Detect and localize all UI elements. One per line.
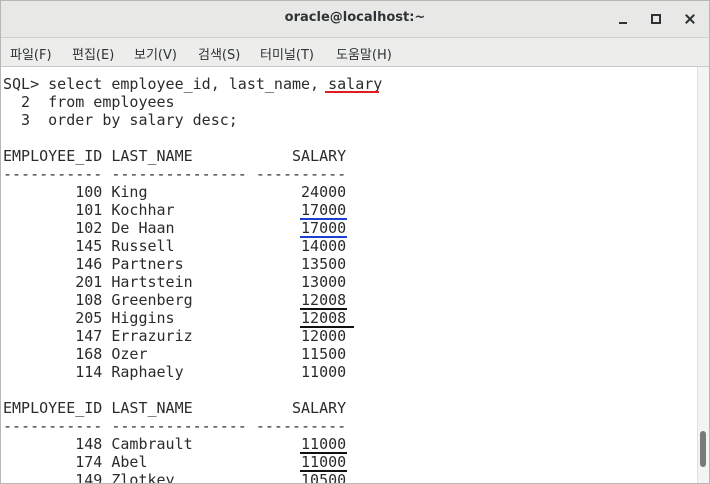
title-bar[interactable]: oracle@localhost:~ — [1, 1, 709, 38]
terminal-window: oracle@localhost:~ 파일(F) 편집(E) 보기(V) 검색(… — [0, 0, 710, 484]
scrollbar-thumb[interactable] — [700, 431, 706, 467]
result-row: 108 Greenberg 12008 — [3, 291, 347, 309]
black-underline-11000 — [300, 470, 347, 472]
menu-search[interactable]: 검색(S) — [198, 44, 240, 63]
result-row: 201 Hartstein 13000 — [3, 273, 347, 291]
result-row: 148 Cambrault 11000 — [3, 435, 347, 453]
result-row: 146 Partners 13500 — [3, 255, 347, 273]
menu-view[interactable]: 보기(V) — [134, 44, 177, 63]
black-underline-12008 — [300, 308, 347, 310]
column-header: EMPLOYEE_ID LAST_NAME SALARY — [3, 147, 347, 165]
result-row: 100 King 24000 — [3, 183, 347, 201]
result-row: 145 Russell 14000 — [3, 237, 347, 255]
menu-edit[interactable]: 편집(E) — [72, 44, 114, 63]
close-icon[interactable] — [680, 9, 700, 29]
sql-line-2: 2 from employees — [3, 93, 175, 111]
menu-file[interactable]: 파일(F) — [10, 44, 52, 63]
result-row: 101 Kochhar 17000 — [3, 201, 347, 219]
window-title: oracle@localhost:~ — [284, 10, 426, 25]
result-row: 174 Abel 11000 — [3, 453, 347, 471]
terminal-output[interactable]: SQL> select employee_id, last_name, sala… — [1, 67, 697, 483]
scrollbar[interactable] — [697, 67, 709, 483]
menu-terminal[interactable]: 터미널(T) — [260, 44, 314, 63]
maximize-icon[interactable] — [646, 9, 666, 29]
sql-line-3: 3 order by salary desc; — [3, 111, 238, 129]
blue-underline-17000 — [300, 218, 347, 220]
result-row: 205 Higgins 12008 — [3, 309, 347, 327]
result-row: 102 De Haan 17000 — [3, 219, 347, 237]
red-underline-salary — [325, 91, 379, 93]
column-separator: ----------- --------------- ---------- — [3, 165, 347, 183]
result-row: 149 Zlotkey 10500 — [3, 471, 347, 483]
result-row: 168 Ozer 11500 — [3, 345, 347, 363]
black-underline-11000 — [300, 452, 347, 454]
result-row: 147 Errazuriz 12000 — [3, 327, 347, 345]
black-underline-12008 — [300, 326, 354, 328]
minimize-icon[interactable] — [613, 9, 633, 29]
blue-underline-17000 — [300, 236, 347, 238]
column-separator: ----------- --------------- ---------- — [3, 417, 347, 435]
result-row: 114 Raphaely 11000 — [3, 363, 347, 381]
column-header: EMPLOYEE_ID LAST_NAME SALARY — [3, 399, 347, 417]
menu-help[interactable]: 도움말(H) — [336, 44, 392, 63]
menu-bar: 파일(F) 편집(E) 보기(V) 검색(S) 터미널(T) 도움말(H) — [1, 38, 709, 67]
